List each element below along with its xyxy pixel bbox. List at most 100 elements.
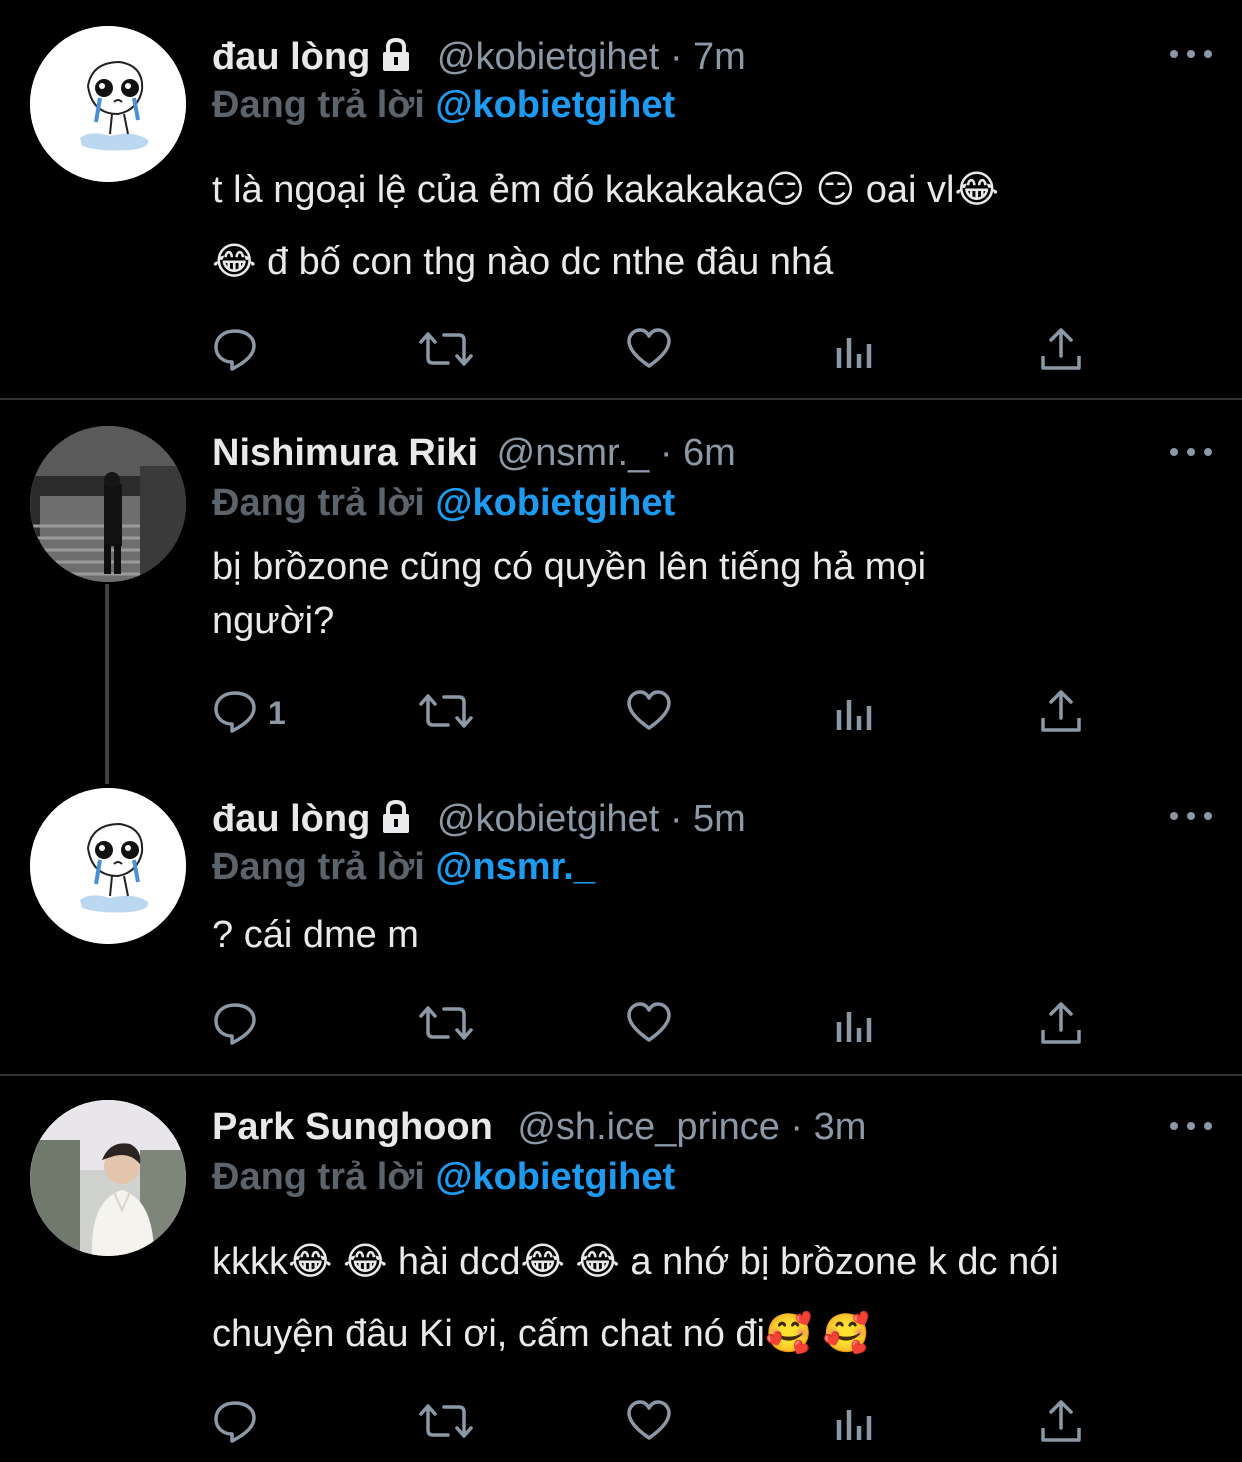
reply-context: Đang trả lời @nsmr._ (212, 844, 595, 890)
tweet[interactable]: đau lòng @kobietgihet · 7m Đang trả lời … (0, 0, 1242, 398)
separator-dot: · (669, 36, 683, 78)
timestamp[interactable]: 3m (814, 1106, 867, 1148)
reply-icon (212, 1398, 258, 1449)
tweet-text: kkkk😂 😂 hài dcd😂 😂 a nhớ bị brồzone k dc… (212, 1226, 1202, 1370)
analytics-icon (832, 326, 878, 377)
reply-button[interactable] (212, 1398, 268, 1448)
lock-icon (378, 799, 414, 846)
user-handle[interactable]: @nsmr._ (497, 432, 650, 474)
user-handle[interactable]: @sh.ice_prince (517, 1106, 779, 1148)
tweet-header: Nishimura Riki @nsmr._ · 6m (212, 430, 736, 476)
tweet-text-line: bị brồzone cũng có quyền lên tiếng hả mọ… (212, 546, 927, 588)
heart-icon (626, 326, 672, 377)
like-button[interactable] (626, 1398, 672, 1448)
retweet-icon (418, 326, 474, 377)
share-button[interactable] (1038, 326, 1084, 376)
reply-context: Đang trả lời @kobietgihet (212, 1154, 675, 1200)
like-button[interactable] (626, 1000, 672, 1050)
display-name[interactable]: Park Sunghoon (212, 1106, 493, 1148)
tweet-header: đau lòng @kobietgihet · 7m (212, 34, 746, 84)
tweet-header: Park Sunghoon @sh.ice_prince · 3m (212, 1104, 866, 1150)
tweet[interactable]: Nishimura Riki @nsmr._ · 6m Đang trả lời… (0, 400, 1242, 760)
reply-button[interactable] (212, 1000, 268, 1050)
lock-icon (378, 37, 414, 84)
profile-photo-avatar-image (30, 1100, 186, 1256)
reply-mention-link[interactable]: @nsmr._ (435, 846, 595, 888)
views-button[interactable] (832, 1000, 878, 1050)
like-button[interactable] (626, 326, 672, 376)
more-icon[interactable] (1170, 810, 1212, 822)
retweet-icon (418, 1398, 474, 1449)
reply-prefix: Đang trả lời (212, 846, 425, 888)
tweet-text-line: 😂 đ bố con thg nào dc nthe đâu nhá (212, 241, 834, 283)
share-icon (1038, 1398, 1084, 1449)
views-button[interactable] (832, 688, 878, 738)
share-button[interactable] (1038, 688, 1084, 738)
separator-dot: · (659, 432, 673, 474)
crying-face-avatar-image (30, 788, 186, 944)
tweet-text-line: chuyện đâu Ki ơi, cấm chat nó đi🥰 🥰 (212, 1313, 871, 1355)
user-handle[interactable]: @kobietgihet (437, 36, 659, 78)
reply-icon (212, 326, 258, 377)
action-bar (212, 1398, 1092, 1448)
timestamp[interactable]: 7m (693, 36, 746, 78)
reply-button[interactable]: 1 (212, 688, 286, 738)
heart-icon (626, 688, 672, 739)
reply-context: Đang trả lời @kobietgihet (212, 82, 675, 128)
user-handle[interactable]: @kobietgihet (437, 798, 659, 840)
avatar[interactable] (30, 26, 186, 182)
retweet-button[interactable] (418, 688, 474, 738)
retweet-icon (418, 1000, 474, 1051)
tweet-header: đau lòng @kobietgihet · 5m (212, 796, 746, 846)
reply-prefix: Đang trả lời (212, 84, 425, 126)
reply-button[interactable] (212, 326, 268, 376)
display-name[interactable]: đau lòng (212, 798, 370, 840)
display-name[interactable]: Nishimura Riki (212, 432, 478, 474)
reply-context: Đang trả lời @kobietgihet (212, 480, 675, 526)
reply-icon (212, 688, 258, 739)
separator-dot: · (669, 798, 683, 840)
views-button[interactable] (832, 326, 878, 376)
analytics-icon (832, 688, 878, 739)
timestamp[interactable]: 6m (683, 432, 736, 474)
views-button[interactable] (832, 1398, 878, 1448)
share-icon (1038, 326, 1084, 377)
separator-dot: · (790, 1106, 804, 1148)
more-icon[interactable] (1170, 446, 1212, 458)
retweet-button[interactable] (418, 326, 474, 376)
like-button[interactable] (626, 688, 672, 738)
action-bar (212, 1000, 1092, 1050)
reply-count: 1 (268, 694, 286, 731)
reply-icon (212, 1000, 258, 1051)
tweet-text: ? cái dme m (212, 908, 1202, 962)
tweet[interactable]: đau lòng @kobietgihet · 5m Đang trả lời … (0, 762, 1242, 1074)
reply-mention-link[interactable]: @kobietgihet (435, 84, 675, 126)
more-icon[interactable] (1170, 1120, 1212, 1132)
retweet-icon (418, 688, 474, 739)
tweet-text-line: t là ngoại lệ của ẻm đó kakakaka😏 😏 oai … (212, 169, 999, 211)
display-name[interactable]: đau lòng (212, 36, 370, 78)
tweet-text-line: kkkk😂 😂 hài dcd😂 😂 a nhớ bị brồzone k dc… (212, 1241, 1059, 1283)
share-button[interactable] (1038, 1000, 1084, 1050)
tweet-text-line: người? (212, 600, 335, 642)
share-icon (1038, 688, 1084, 739)
retweet-button[interactable] (418, 1398, 474, 1448)
reply-mention-link[interactable]: @kobietgihet (435, 482, 675, 524)
tweet-text-line: ? cái dme m (212, 914, 419, 956)
reply-mention-link[interactable]: @kobietgihet (435, 1156, 675, 1198)
reply-prefix: Đang trả lời (212, 482, 425, 524)
timestamp[interactable]: 5m (693, 798, 746, 840)
share-button[interactable] (1038, 1398, 1084, 1448)
share-icon (1038, 1000, 1084, 1051)
analytics-icon (832, 1398, 878, 1449)
avatar[interactable] (30, 788, 186, 944)
tweet[interactable]: Park Sunghoon @sh.ice_prince · 3m Đang t… (0, 1076, 1242, 1462)
avatar[interactable] (30, 1100, 186, 1256)
stairway-photo-avatar-image (30, 426, 186, 582)
avatar[interactable] (30, 426, 186, 582)
retweet-button[interactable] (418, 1000, 474, 1050)
more-icon[interactable] (1170, 48, 1212, 60)
analytics-icon (832, 1000, 878, 1051)
tweet-text: t là ngoại lệ của ẻm đó kakakaka😏 😏 oai … (212, 154, 1202, 298)
heart-icon (626, 1000, 672, 1051)
